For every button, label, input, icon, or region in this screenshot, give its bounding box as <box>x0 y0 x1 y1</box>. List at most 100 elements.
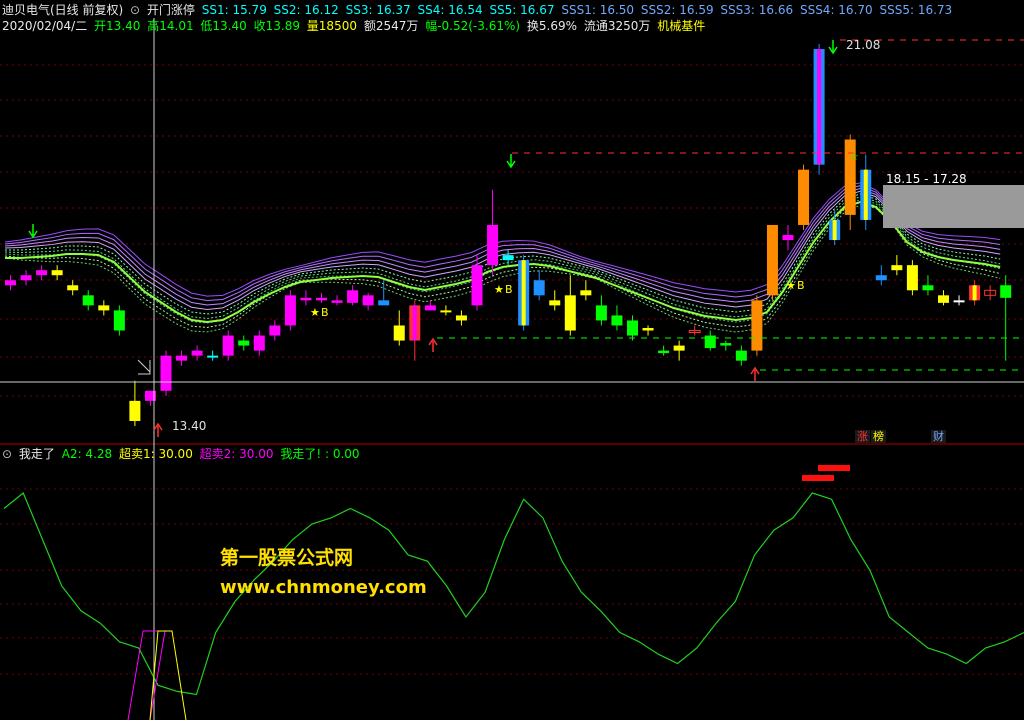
star-icon: ★ <box>494 283 504 296</box>
sss5-value: SSS5: 16.73 <box>879 3 953 17</box>
candle-body <box>938 295 949 303</box>
sss4-value: SSS4: 16.70 <box>799 3 873 17</box>
zhang-badge[interactable]: 涨 <box>855 430 870 443</box>
chart-title-row: 迪贝电气(日线 前复权) ⊙ 开门涨停 SS1: 15.79 SS2: 16.1… <box>2 2 955 18</box>
candle-body <box>704 335 716 349</box>
quote-date: 2020/02/04/二 <box>2 19 88 33</box>
candle-body <box>440 310 452 313</box>
candle-body <box>798 169 810 225</box>
candle-body <box>82 295 94 306</box>
quote-info-row: 2020/02/04/二 开13.40 高14.01 低13.40 收13.89… <box>2 18 708 34</box>
wozoule-value: 我走了! : 0.00 <box>280 447 360 461</box>
quote-volume: 量18500 <box>306 19 357 33</box>
down-arrow-icon <box>28 224 38 239</box>
candle-body <box>611 315 623 326</box>
candle-body <box>222 335 234 356</box>
oscillator-line <box>3 492 1024 696</box>
star-icon: ☆ <box>849 150 859 163</box>
quote-float: 流通3250万 <box>583 19 651 33</box>
up-arrow-icon <box>153 422 163 437</box>
circle-down-icon[interactable]: ⊙ <box>130 3 140 17</box>
sell-signal-bar <box>802 475 834 481</box>
candle-inner-bar <box>412 305 417 341</box>
candle-body <box>253 335 265 351</box>
candle-body <box>720 343 732 346</box>
stock-title[interactable]: 迪贝电气(日线 前复权) <box>2 3 123 17</box>
down-arrow-icon <box>506 154 516 169</box>
candle-body <box>549 300 561 306</box>
candle-inner-bar <box>521 260 526 326</box>
up-arrow-icon <box>750 366 760 381</box>
candle-body <box>36 270 48 276</box>
svg-text:B: B <box>321 306 329 319</box>
candle-body <box>347 290 359 303</box>
oscillator-series-line <box>3 492 1024 696</box>
price-range-box <box>883 185 1024 228</box>
candle-body <box>98 305 110 311</box>
candle-body <box>906 265 918 291</box>
quote-turnover: 换5.69% <box>526 19 578 33</box>
candle-body <box>393 325 405 341</box>
candle-body <box>316 297 327 301</box>
high-price-label: 21.08 <box>846 38 881 52</box>
up-arrow-icon <box>428 337 438 352</box>
sss1-value: SSS1: 16.50 <box>561 3 635 17</box>
candle-body <box>642 327 654 331</box>
svg-text:B: B <box>797 279 805 292</box>
candle-body <box>20 275 32 281</box>
quote-amount: 额2547万 <box>363 19 419 33</box>
candle-inner-bar <box>817 49 822 165</box>
candle-body <box>191 350 203 356</box>
candle-inner-bar <box>863 169 868 220</box>
candlestick-series <box>5 44 1012 426</box>
down-arrow-icon <box>828 40 838 55</box>
candle-body <box>953 300 965 303</box>
candle-body <box>735 350 747 361</box>
candle-body <box>300 297 312 301</box>
oscillator-header: ⊙ 我走了 A2: 4.28 超卖1: 30.00 超卖2: 30.00 我走了… <box>2 446 363 462</box>
ss5-value: SS5: 16.67 <box>489 3 555 17</box>
candle-body <box>673 345 685 351</box>
candle-body <box>1000 285 1012 298</box>
candle-body <box>782 235 794 241</box>
ss1-value: SS1: 15.79 <box>201 3 267 17</box>
bang-badge[interactable]: 榜 <box>871 430 886 443</box>
quote-open: 开13.40 <box>94 19 141 33</box>
indicator-name[interactable]: 开门涨停 <box>147 3 195 17</box>
candle-body <box>502 255 514 261</box>
candle-body <box>113 310 125 331</box>
candle-body <box>471 265 483 306</box>
low-marker <box>137 359 151 375</box>
candle-body <box>875 275 887 281</box>
sss2-value: SSS2: 16.59 <box>640 3 714 17</box>
candle-body <box>51 270 63 276</box>
oscillator-name[interactable]: 我走了 <box>19 447 55 461</box>
oversold-markers <box>127 630 187 720</box>
candle-body <box>176 355 188 361</box>
ss3-value: SS3: 16.37 <box>345 3 411 17</box>
cai-badge[interactable]: 财 <box>931 430 946 443</box>
sell-signal-bar <box>818 465 850 471</box>
candle-body <box>766 224 778 296</box>
circle-down-icon[interactable]: ⊙ <box>2 447 12 461</box>
quote-high: 高14.01 <box>147 19 194 33</box>
candle-body <box>751 300 763 351</box>
stock-chart-canvas[interactable]: ★ B ★ B ★ B ☆ <box>0 0 1024 720</box>
candle-body <box>160 355 172 391</box>
chaomai2-value: 超卖2: 30.00 <box>199 447 274 461</box>
candle-body <box>331 300 343 303</box>
watermark-url: www.chnmoney.com <box>220 577 427 598</box>
quote-sector: 机械基件 <box>657 19 706 33</box>
quote-change: 幅-0.52(-3.61%) <box>425 19 521 33</box>
a2-value: A2: 4.28 <box>61 447 113 461</box>
candle-inner-bar <box>972 285 977 301</box>
watermark-title: 第一股票公式网 <box>220 547 354 569</box>
candle-body <box>424 305 436 311</box>
candle-body <box>658 350 670 354</box>
candle-body <box>533 280 545 296</box>
candle-body <box>378 300 390 306</box>
candle-body <box>922 285 934 291</box>
candle-body <box>580 290 592 296</box>
quote-close: 收13.89 <box>253 19 300 33</box>
candle-body <box>238 340 250 346</box>
